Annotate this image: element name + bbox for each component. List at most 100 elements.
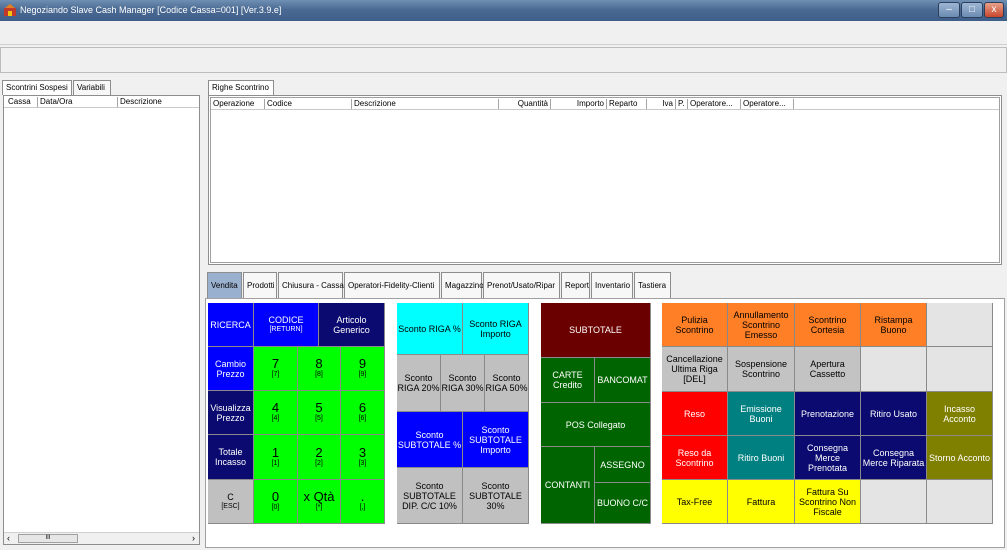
maximize-button[interactable]: □	[961, 2, 983, 18]
main-tab-strip: Vendita Prodotti Chiusura - Cassa Operat…	[207, 272, 1007, 299]
sconto-subtotale-percent-button[interactable]: Sconto SUBTOTALE %	[397, 412, 463, 468]
menu-bar	[0, 21, 1007, 45]
sospensione-scontrino-button[interactable]: Sospensione Scontrino	[728, 347, 795, 392]
tab-inventario[interactable]: Inventario	[591, 272, 633, 299]
digit-4-button[interactable]: 4 [4]	[254, 391, 298, 435]
sconto-subtotale-dip-button[interactable]: Sconto SUBTOTALE DIP. C/C 10%	[397, 468, 463, 524]
button-label: CODICE	[268, 314, 304, 325]
tax-free-button[interactable]: Tax-Free	[662, 480, 728, 524]
column-header[interactable]: Quantità	[499, 99, 551, 109]
consegna-merce-prenotata-button[interactable]: Consegna Merce Prenotata	[795, 436, 861, 480]
tab-righe-scontrino[interactable]: Righe Scontrino	[208, 80, 274, 95]
sconto-riga-20-button[interactable]: Sconto RIGA 20%	[397, 355, 441, 412]
clear-button[interactable]: C [ESC]	[208, 480, 254, 524]
column-header[interactable]: Reparto	[607, 99, 647, 109]
subtotale-button[interactable]: SUBTOTALE	[541, 303, 651, 358]
fattura-non-fiscale-button[interactable]: Fattura Su Scontrino Non Fiscale	[795, 480, 861, 524]
column-header[interactable]: Codice	[265, 99, 352, 109]
sconto-riga-percent-button[interactable]: Sconto RIGA %	[397, 303, 463, 355]
totale-incasso-button[interactable]: Totale Incasso	[208, 435, 254, 480]
digit-1-button[interactable]: 1 [1]	[254, 435, 298, 480]
articolo-generico-button[interactable]: Articolo Generico	[319, 303, 385, 347]
tab-prodotti[interactable]: Prodotti	[243, 272, 277, 299]
digit-7-button[interactable]: 7 [7]	[254, 347, 298, 391]
scroll-left-arrow[interactable]: ‹	[7, 533, 10, 543]
pos-collegato-button[interactable]: POS Collegato	[541, 403, 651, 447]
column-header[interactable]: Operazione	[211, 99, 265, 109]
bancomat-button[interactable]: BANCOMAT	[595, 358, 651, 403]
digit-8-button[interactable]: 8 [8]	[298, 347, 341, 391]
horizontal-scrollbar[interactable]: ‹ III ›	[4, 532, 199, 544]
assegno-button[interactable]: ASSEGNO	[595, 447, 651, 483]
fattura-button[interactable]: Fattura	[728, 480, 795, 524]
ritiro-usato-button[interactable]: Ritiro Usato	[861, 392, 927, 436]
reso-da-scontrino-button[interactable]: Reso da Scontrino	[662, 436, 728, 480]
shortcut-label: [2]	[315, 459, 323, 467]
column-header[interactable]: Cassa	[6, 97, 38, 107]
sconto-riga-importo-button[interactable]: Sconto RIGA Importo	[463, 303, 529, 355]
consegna-merce-riparata-button[interactable]: Consegna Merce Riparata	[861, 436, 927, 480]
tab-magazzino[interactable]: Magazzino	[441, 272, 484, 299]
column-header[interactable]: Operatore...	[741, 99, 794, 109]
tab-chiusura-cassa[interactable]: Chiusura - Cassa	[278, 272, 344, 299]
decimal-button[interactable]: . [,]	[341, 480, 385, 524]
digit-label: 9	[358, 356, 367, 371]
digit-6-button[interactable]: 6 [6]	[341, 391, 385, 435]
shortcut-label: [9]	[358, 371, 367, 378]
column-header[interactable]: P.	[676, 99, 688, 109]
tab-vendita[interactable]: Vendita	[207, 272, 242, 299]
tab-report[interactable]: Report	[561, 272, 590, 299]
minimize-button[interactable]: –	[938, 2, 960, 18]
digit-9-button[interactable]: 9 [9]	[341, 347, 385, 391]
sconto-subtotale-30-button[interactable]: Sconto SUBTOTALE 30%	[463, 468, 529, 524]
sconto-riga-50-button[interactable]: Sconto RIGA 50%	[485, 355, 529, 412]
prenotazione-button[interactable]: Prenotazione	[795, 392, 861, 436]
tab-variabili[interactable]: Variabili	[73, 80, 111, 95]
emissione-buoni-button[interactable]: Emissione Buoni	[728, 392, 795, 436]
column-header[interactable]: Importo	[551, 99, 607, 109]
receipt-lines-list[interactable]: Operazione Codice Descrizione Quantità I…	[210, 97, 1000, 263]
button-label: x Qtà	[303, 489, 335, 504]
visualizza-prezzo-button[interactable]: Visualizza Prezzo	[208, 391, 254, 435]
column-header[interactable]: Iva	[647, 99, 676, 109]
tab-operatori-fidelity-clienti[interactable]: Operatori-Fidelity-Clienti	[344, 272, 440, 299]
column-header[interactable]: Descrizione	[118, 97, 168, 107]
reso-button[interactable]: Reso	[662, 392, 728, 436]
sconto-riga-30-button[interactable]: Sconto RIGA 30%	[441, 355, 485, 412]
codice-button[interactable]: CODICE [RETURN]	[254, 303, 319, 347]
scroll-thumb[interactable]: III	[18, 534, 78, 543]
multiply-quantity-button[interactable]: x Qtà [*]	[298, 480, 341, 524]
tab-scontrini-sospesi[interactable]: Scontrini Sospesi	[2, 80, 72, 95]
annullamento-scontrino-button[interactable]: Annullamento Scontrino Emesso	[728, 303, 795, 347]
column-header[interactable]: Descrizione	[352, 99, 499, 109]
left-tab-strip: Scontrini Sospesi Variabili	[2, 80, 202, 96]
suspended-receipts-list[interactable]: Cassa Data/Ora Descrizione ‹ III ›	[3, 95, 200, 545]
tab-tastiera[interactable]: Tastiera	[634, 272, 671, 299]
cancellazione-ultima-riga-button[interactable]: Cancellazione Ultima Riga [DEL]	[662, 347, 728, 392]
digit-label: 4	[271, 400, 280, 415]
shortcut-label: [5]	[315, 415, 323, 422]
digit-5-button[interactable]: 5 [5]	[298, 391, 341, 435]
scroll-right-arrow[interactable]: ›	[192, 533, 195, 543]
column-header[interactable]: Operatore...	[688, 99, 741, 109]
sconto-subtotale-importo-button[interactable]: Sconto SUBTOTALE Importo	[463, 412, 529, 468]
column-header[interactable]: Data/Ora	[38, 97, 118, 107]
digit-2-button[interactable]: 2 [2]	[298, 435, 341, 480]
window-title: Negoziando Slave Cash Manager [Codice Ca…	[20, 5, 282, 15]
digit-3-button[interactable]: 3 [3]	[341, 435, 385, 480]
scontrino-cortesia-button[interactable]: Scontrino Cortesia	[795, 303, 861, 347]
contanti-button[interactable]: CONTANTI	[541, 447, 595, 524]
pulizia-scontrino-button[interactable]: Pulizia Scontrino	[662, 303, 728, 347]
digit-0-button[interactable]: 0 [0]	[254, 480, 298, 524]
cambio-prezzo-button[interactable]: Cambio Prezzo	[208, 347, 254, 391]
apertura-cassetto-button[interactable]: Apertura Cassetto	[795, 347, 861, 392]
close-button[interactable]: x	[984, 2, 1004, 18]
ritiro-buoni-button[interactable]: Ritiro Buoni	[728, 436, 795, 480]
carte-credito-button[interactable]: CARTE Credito	[541, 358, 595, 403]
tab-prenot-usato-ripar[interactable]: Prenot/Usato/Ripar	[483, 272, 560, 299]
incasso-acconto-button[interactable]: Incasso Acconto	[927, 392, 993, 436]
buono-cc-button[interactable]: BUONO C/C	[595, 483, 651, 524]
ristampa-buono-button[interactable]: Ristampa Buono	[861, 303, 927, 347]
storno-acconto-button[interactable]: Storno Acconto	[927, 436, 993, 480]
ricerca-button[interactable]: RICERCA	[208, 303, 254, 347]
